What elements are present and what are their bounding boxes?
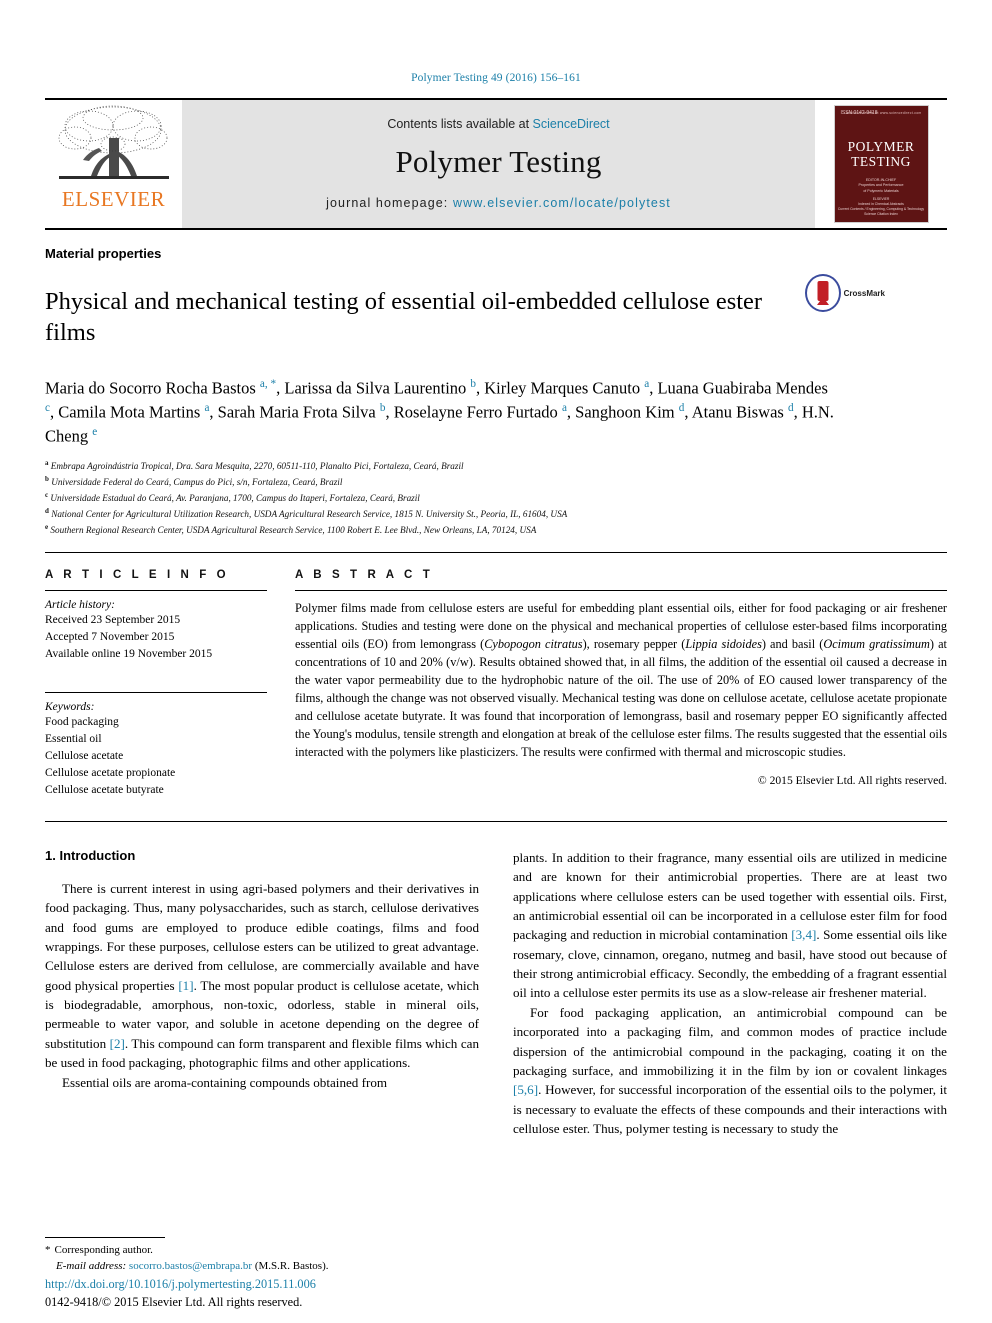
elsevier-wordmark: ELSEVIER — [61, 187, 166, 211]
abstract-text: Polymer films made from cellulose esters… — [295, 600, 947, 760]
page-title: Physical and mechanical testing of essen… — [45, 288, 763, 347]
paragraph: Essential oils are aroma-containing comp… — [62, 1074, 388, 1090]
cover-title-line1: POLYMER — [847, 139, 915, 154]
corresponding-author-footnote: * Corresponding author. E-mail address: s… — [45, 1237, 475, 1275]
affiliation-mark: d — [45, 506, 49, 515]
keywords-rule — [45, 691, 267, 693]
crossmark-badge[interactable]: CrossMark — [805, 273, 885, 313]
email-line: E-mail address: socorro.bastos@embrapa.b… — [45, 1259, 475, 1275]
paragraph: plants. In addition to their fragrance, … — [513, 849, 947, 1001]
email-label: E-mail address: — [56, 1260, 127, 1273]
cover-title-line2: TESTING — [851, 153, 911, 169]
abstract-rule — [295, 589, 947, 591]
doi-link[interactable]: http://dx.doi.org/10.1016/j.polymertesti… — [45, 1277, 316, 1291]
paragraph: There is current interest in using agri-… — [45, 880, 480, 1071]
article-info-rule — [45, 589, 267, 591]
journal-band: Contents lists available at ScienceDirec… — [182, 100, 815, 228]
cover-image: ISSN 0142-9418 Available online at www.s… — [833, 105, 929, 223]
contents-line: Contents lists available at ScienceDirec… — [387, 117, 609, 131]
email-link[interactable]: socorro.bastos@embrapa.br — [129, 1260, 252, 1272]
cover-title: POLYMER TESTING — [835, 139, 928, 169]
title-row: Physical and mechanical testing of essen… — [45, 271, 947, 366]
body-columns: 1. Introduction There is current interes… — [45, 848, 947, 1139]
article-history-item: Available online 19 November 2015 — [45, 647, 213, 660]
affiliation-mark: b — [45, 474, 49, 483]
affiliation-text: National Center for Agricultural Utiliza… — [51, 508, 568, 519]
keyword-item: Essential oil — [45, 732, 102, 745]
affiliation-text: Universidade Federal do Ceará, Campus do… — [51, 476, 343, 487]
abstract-column: A B S T R A C T Polymer films made from … — [295, 569, 947, 799]
keyword-item: Cellulose acetate — [45, 749, 124, 762]
cover-footer: ELSEVIER Indexed in Chemical Abstracts C… — [837, 196, 925, 216]
affiliation-item: e Southern Regional Research Center, USD… — [45, 522, 947, 538]
elsevier-logo: ELSEVIER — [45, 100, 182, 228]
running-head: Polymer Testing 49 (2016) 156–161 — [411, 72, 581, 84]
author-list: Maria do Socorro Rocha Bastos a, *, Lari… — [45, 377, 834, 446]
keyword-item: Food packaging — [45, 715, 119, 728]
affiliation-mark: c — [45, 490, 49, 499]
affiliation-item: d National Center for Agricultural Utili… — [45, 506, 947, 522]
footnote-rule — [45, 1237, 165, 1239]
article-page: Polymer Testing 49 (2016) 156–161 ELSEVI… — [0, 0, 992, 1323]
article-history-label: Article history: — [45, 598, 115, 611]
affiliation-item: c Universidade Estadual do Ceará, Av. Pa… — [45, 490, 947, 506]
affiliation-list: a Embrapa Agroindústria Tropical, Dra. S… — [45, 458, 947, 538]
affiliation-mark: e — [45, 522, 49, 531]
introduction-heading: 1. Introduction — [45, 847, 136, 863]
divider-above-body — [45, 820, 947, 822]
asterisk-icon: * — [45, 1244, 51, 1257]
paragraph: For food packaging application, an antim… — [513, 1004, 947, 1137]
body-column-right: plants. In addition to their fragrance, … — [513, 848, 947, 1139]
doi-block: http://dx.doi.org/10.1016/j.polymertesti… — [45, 1275, 475, 1311]
contents-prefix: Contents lists available at — [387, 116, 533, 131]
journal-homepage-link[interactable]: www.elsevier.com/locate/polytest — [453, 196, 671, 210]
homepage-line: journal homepage: www.elsevier.com/locat… — [326, 196, 671, 210]
affiliation-item: a Embrapa Agroindústria Tropical, Dra. S… — [45, 458, 947, 474]
affiliation-text: Southern Regional Research Center, USDA … — [50, 524, 537, 535]
crossmark-label: CrossMark — [843, 288, 885, 298]
keywords-label: Keywords: — [45, 700, 95, 713]
affiliation-text: Universidade Estadual do Ceará, Av. Para… — [50, 492, 420, 503]
sciencedirect-link[interactable]: ScienceDirect — [533, 117, 610, 131]
article-info-column: A R T I C L E I N F O Article history: R… — [45, 569, 295, 799]
issn-copyright-line: 0142-9418/© 2015 Elsevier Ltd. All right… — [45, 1294, 303, 1309]
corresponding-author-label: Corresponding author. — [54, 1244, 153, 1257]
divider-above-info — [45, 551, 947, 553]
affiliation-item: b Universidade Federal do Ceará, Campus … — [45, 474, 947, 490]
copyright-line: © 2015 Elsevier Ltd. All rights reserved… — [757, 774, 947, 788]
article-info-heading: A R T I C L E I N F O — [45, 568, 230, 581]
info-abstract-row: A R T I C L E I N F O Article history: R… — [45, 569, 947, 799]
crossmark-icon — [805, 274, 841, 312]
affiliation-text: Embrapa Agroindústria Tropical, Dra. Sar… — [50, 460, 464, 471]
article-section-label: Material properties — [45, 246, 162, 261]
journal-masthead: ELSEVIER Contents lists available at Sci… — [45, 98, 947, 230]
cover-corner-label: Available online at www.sciencedirect.co… — [845, 111, 922, 115]
affiliation-mark: a — [45, 458, 49, 467]
abstract-heading: A B S T R A C T — [295, 568, 434, 581]
article-history-item: Received 23 September 2015 — [45, 613, 181, 626]
journal-cover-thumbnail: ISSN 0142-9418 Available online at www.s… — [815, 100, 947, 228]
article-history-item: Accepted 7 November 2015 — [45, 630, 175, 643]
corresponding-author-line: * Corresponding author. — [45, 1243, 475, 1259]
email-owner: (M.S.R. Bastos). — [254, 1260, 329, 1273]
homepage-prefix: journal homepage: — [326, 195, 453, 210]
journal-title: Polymer Testing — [395, 143, 602, 179]
keyword-item: Cellulose acetate butyrate — [45, 783, 164, 796]
keyword-item: Cellulose acetate propionate — [45, 766, 176, 779]
cover-subtitle: EDITOR-IN-CHIEF Properties and Performan… — [858, 178, 904, 193]
elsevier-tree-icon — [58, 105, 169, 179]
body-column-left: 1. Introduction There is current interes… — [45, 848, 479, 1139]
